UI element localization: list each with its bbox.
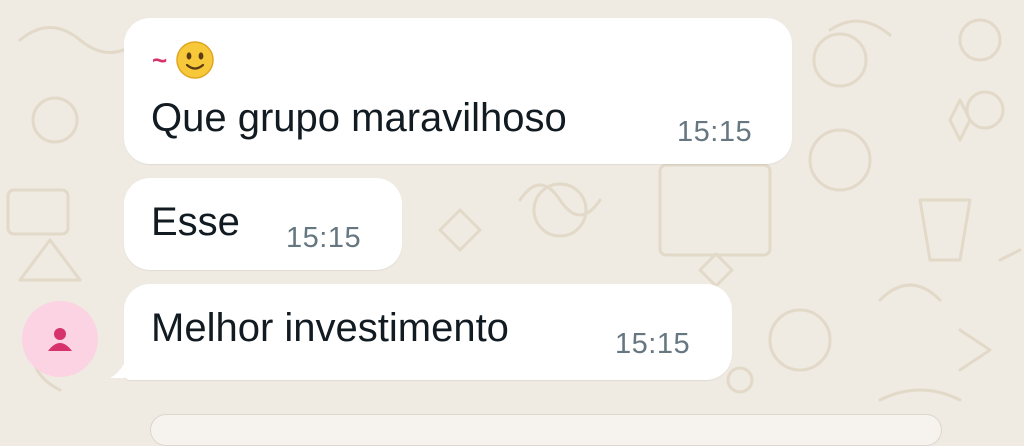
message-bubble[interactable]: Esse 15:15 xyxy=(124,178,402,270)
message-text: Esse xyxy=(151,200,240,244)
person-icon xyxy=(48,328,72,351)
sender-name[interactable]: ~ xyxy=(152,38,215,82)
message-text: Melhor investimento xyxy=(151,306,509,350)
sender-avatar[interactable] xyxy=(22,301,98,377)
message-bubble[interactable]: Melhor investimento 15:15 xyxy=(124,284,732,380)
message-text: Que grupo maravilhoso xyxy=(151,96,567,140)
message-bubble[interactable]: ~ Que grupo maravilhoso 15:15 xyxy=(124,18,792,164)
slightly-smiling-face-emoji xyxy=(176,41,214,79)
message-time: 15:15 xyxy=(615,328,691,360)
next-message-bubble-edge xyxy=(150,414,942,446)
message-time: 15:15 xyxy=(677,116,753,148)
message-time: 15:15 xyxy=(286,222,362,254)
sender-prefix: ~ xyxy=(152,45,168,75)
